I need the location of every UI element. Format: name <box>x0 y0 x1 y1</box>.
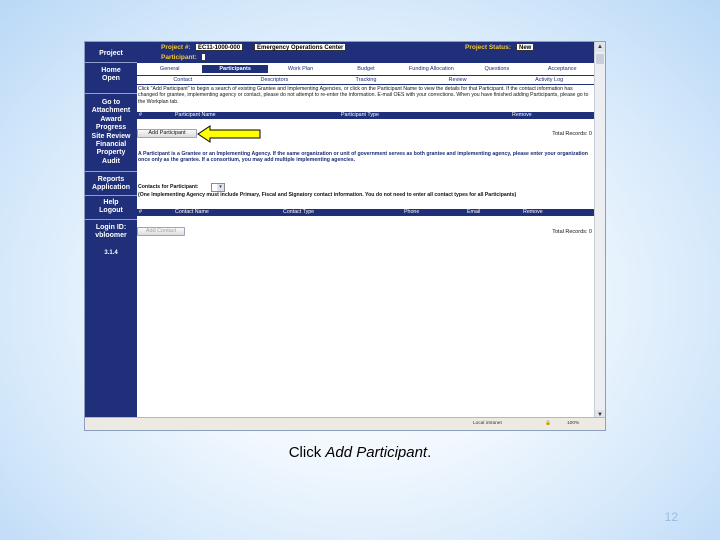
project-status: New <box>516 43 535 51</box>
caption-suffix: . <box>427 444 432 461</box>
nav-project-label: Project <box>99 50 123 57</box>
nav-item-go-to[interactable]: Go to Attachment Award Progress Site Rev… <box>85 99 137 166</box>
participants-table-header: # Participant Name Participant Type Remo… <box>137 112 595 119</box>
contacts-note: (One Implementing Agency must include Pr… <box>138 192 517 198</box>
tab-activity-log[interactable]: Activity Log <box>503 76 595 84</box>
caption-prefix: Click <box>288 444 326 461</box>
browser-status-bar: Local intranet 🔒 100% <box>85 417 605 430</box>
tab-funding-allocation[interactable]: Funding Allocation <box>399 65 464 73</box>
scroll-thumb[interactable] <box>596 54 604 64</box>
nav-divider <box>85 219 137 220</box>
tab-questions[interactable]: Questions <box>464 65 529 73</box>
participant-note: A Participant is a Grantee or an Impleme… <box>138 151 588 164</box>
callout-arrow-icon <box>197 125 261 143</box>
tab-participants[interactable]: Participants <box>202 65 268 73</box>
column-header-contact-type: Contact Type <box>283 209 315 215</box>
column-header-contact-name: Contact Name <box>175 209 209 215</box>
participant-field <box>201 53 206 61</box>
nav-item-home-open[interactable]: Home Open <box>85 67 137 84</box>
project-name: Emergency Operations Center <box>254 43 347 51</box>
tab-budget[interactable]: Budget <box>333 65 398 73</box>
scroll-up-icon[interactable]: ▲ <box>595 42 605 52</box>
slide-caption: Click Add Participant. <box>0 444 720 461</box>
contacts-participant-select[interactable]: ▾ <box>211 183 225 192</box>
tab-contact[interactable]: Contact <box>137 76 229 84</box>
tab-acceptance[interactable]: Acceptance <box>530 65 595 73</box>
left-navigation: Project Home Open Go to Attachment Award… <box>85 42 137 430</box>
tab-review[interactable]: Review <box>412 76 504 84</box>
nav-divider <box>85 93 137 94</box>
tab-descriptors[interactable]: Descriptors <box>229 76 321 84</box>
nav-divider <box>85 62 137 63</box>
sub-tabs: Contact Descriptors Tracking Review Acti… <box>137 75 595 85</box>
nav-divider <box>85 171 137 172</box>
status-zoom[interactable]: 100% <box>567 421 579 426</box>
column-header-number: # <box>139 209 142 215</box>
lock-icon: 🔒 <box>545 421 551 426</box>
participants-total-records: Total Records: 0 <box>552 131 592 137</box>
project-number: EC11-1000-000 <box>195 43 244 51</box>
column-header-remove: Remove <box>523 209 543 215</box>
contacts-table-header: # Contact Name Contact Type Phone Email … <box>137 209 595 216</box>
participant-label: Participant: <box>161 54 197 61</box>
main-tabs: General Participants Work Plan Budget Fu… <box>137 65 595 73</box>
version-label: 3.1.4 <box>104 250 118 256</box>
column-header-participant-type: Participant Type <box>341 112 379 118</box>
slide-number: 12 <box>664 510 678 524</box>
nav-divider <box>85 195 137 196</box>
column-header-number: # <box>139 112 142 118</box>
project-status-label: Project Status: <box>465 44 511 51</box>
caption-emphasis: Add Participant <box>325 444 428 461</box>
status-zone: Local intranet <box>473 421 502 426</box>
chevron-down-icon: ▾ <box>217 184 224 191</box>
tab-work-plan[interactable]: Work Plan <box>268 65 333 73</box>
contacts-label: Contacts for Participant: <box>138 184 199 190</box>
login-id: Login ID: vbloomer <box>95 224 127 240</box>
project-number-label: Project #: <box>161 44 191 51</box>
column-header-email: Email <box>467 209 481 215</box>
browser-screenshot: Project Home Open Go to Attachment Award… <box>84 41 606 431</box>
tab-tracking[interactable]: Tracking <box>320 76 412 84</box>
column-header-phone: Phone <box>404 209 420 215</box>
add-participant-button[interactable]: Add Participant <box>137 129 197 138</box>
nav-item-reports[interactable]: Reports Application <box>85 176 137 193</box>
vertical-scrollbar[interactable]: ▲ ▼ <box>594 42 605 420</box>
participant-instructions: Click "Add Participant" to begin a searc… <box>138 86 589 105</box>
column-header-participant-name: Participant Name <box>175 112 216 118</box>
tab-general[interactable]: General <box>137 65 202 73</box>
column-header-remove: Remove <box>512 112 532 118</box>
nav-item-help-logout[interactable]: Help Logout <box>85 199 137 216</box>
contacts-total-records: Total Records: 0 <box>552 229 592 235</box>
add-contact-button[interactable]: Add Contact <box>137 227 185 236</box>
project-header: Project #: EC11-1000-000 Emergency Opera… <box>137 42 595 63</box>
